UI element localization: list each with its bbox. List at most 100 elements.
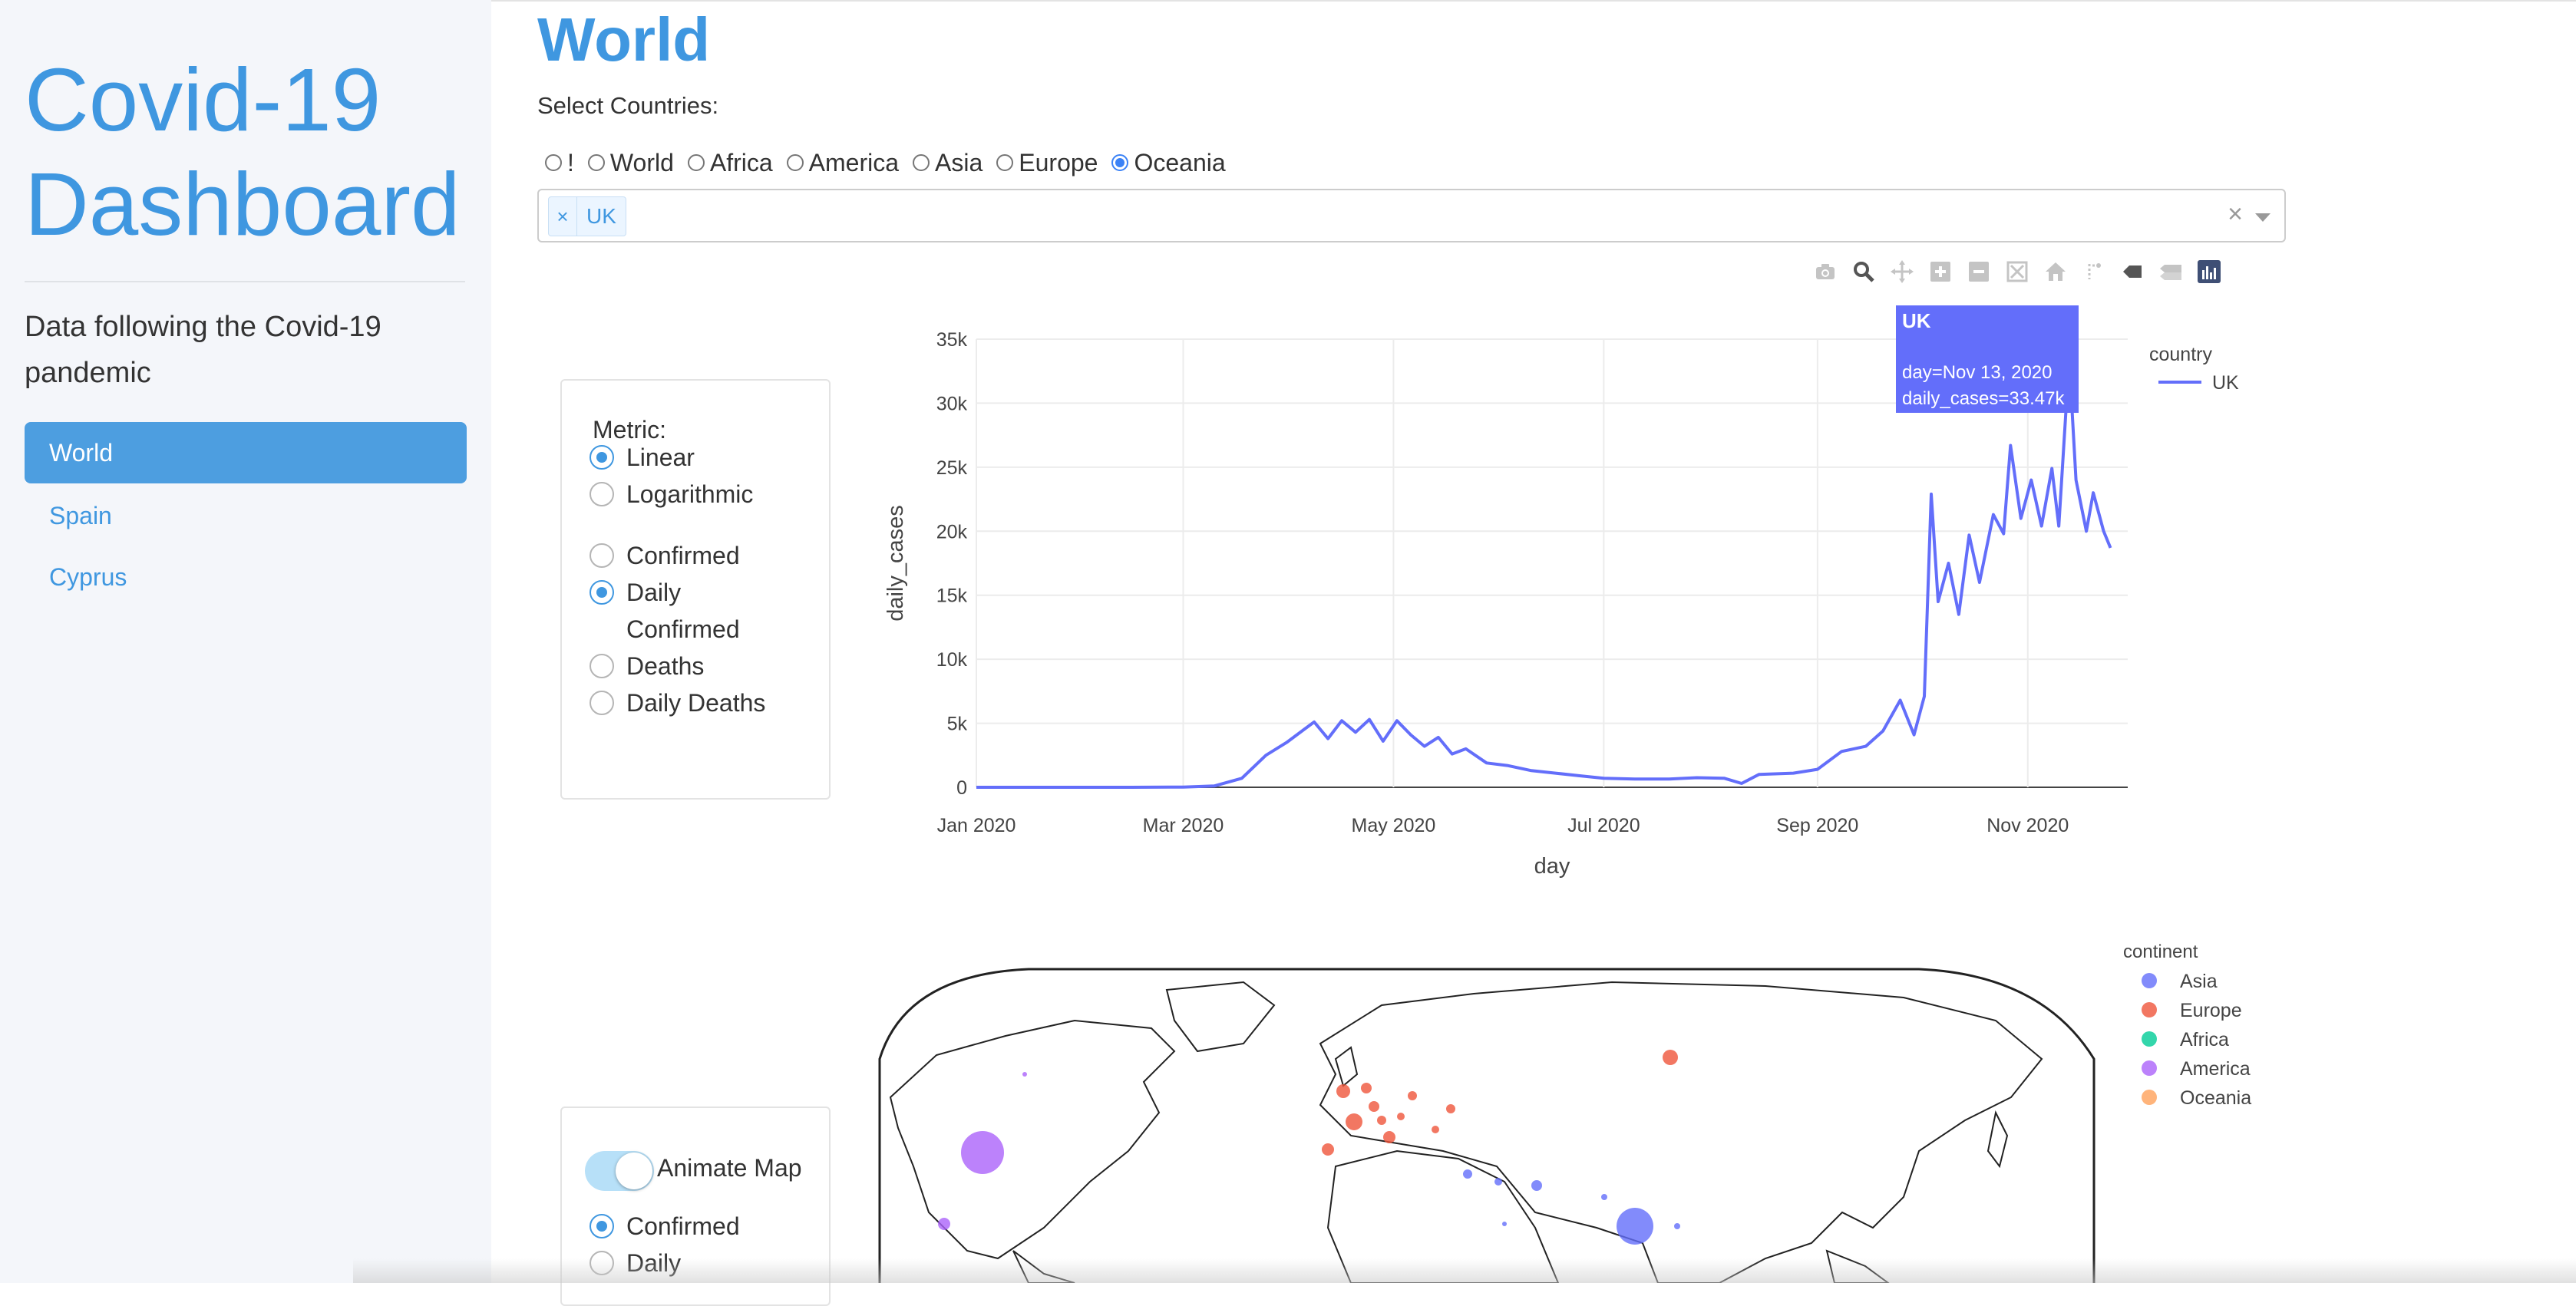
legend-item-asia[interactable]: Asia xyxy=(2180,971,2218,992)
region-radio-world[interactable]: World xyxy=(587,148,674,177)
radio-button[interactable] xyxy=(996,154,1014,171)
bubble-america-canada xyxy=(1022,1072,1027,1077)
animate-map-label: Animate Map xyxy=(657,1154,802,1182)
region-radio-oceania[interactable]: Oceania xyxy=(1111,148,1226,177)
radio-button[interactable] xyxy=(587,154,605,171)
y-tick-label: 30k xyxy=(936,393,968,414)
region-radio-europe[interactable]: Europe xyxy=(996,149,1098,177)
radio-button[interactable] xyxy=(590,482,614,506)
radio-button[interactable] xyxy=(590,580,614,605)
radio-label: Oceania xyxy=(1134,148,1226,176)
y-tick-label: 35k xyxy=(936,329,968,351)
region-radio-group: ! World Africa America Asia Europe Ocean… xyxy=(545,147,1240,178)
remove-chip-icon[interactable]: × xyxy=(549,197,577,236)
y-tick-label: 5k xyxy=(947,714,968,735)
legend-marker-africa xyxy=(2142,1031,2157,1047)
app-subtitle: Data following the Covid-19 pandemic xyxy=(25,311,381,389)
radio-button[interactable] xyxy=(913,154,930,171)
hover-tooltip-day: day=Nov 13, 2020 xyxy=(1902,362,2052,383)
legend-title: country xyxy=(2149,344,2212,365)
radio-button[interactable] xyxy=(590,1251,614,1275)
radio-button[interactable] xyxy=(590,445,614,470)
map-legend-title: continent xyxy=(2123,942,2198,962)
bubble-asia-pakistan xyxy=(1601,1194,1607,1200)
x-tick-label: Jan 2020 xyxy=(937,815,1016,836)
world-map-chart[interactable]: continent Asia Europe Africa America Oceania xyxy=(844,921,2287,1283)
region-radio-asia[interactable]: Asia xyxy=(913,149,983,177)
y-tick-label: 15k xyxy=(936,585,968,607)
radio-label: America xyxy=(808,148,900,176)
animate-option-daily[interactable]: Daily xyxy=(590,1245,681,1281)
legend-item-uk[interactable]: UK xyxy=(2212,372,2239,394)
country-multiselect[interactable]: × UK × xyxy=(537,189,2286,242)
legend-marker-asia xyxy=(2142,973,2157,988)
radio-button[interactable] xyxy=(1111,154,1129,171)
hover-tooltip-value: daily_cases=33.47k xyxy=(1902,388,2065,409)
scale-option-logarithmic[interactable]: Logarithmic xyxy=(590,476,753,513)
metric-option-confirmed[interactable]: Confirmed xyxy=(590,537,740,574)
bubble-europe-spain xyxy=(1322,1143,1334,1156)
option-label: Logarithmic xyxy=(626,480,754,508)
daily-cases-line-chart[interactable]: 0 5k 10k 15k 20k 25k 30k 35k Jan 2020 Mar 2020 May… xyxy=(844,276,2287,890)
legend-item-africa[interactable]: Africa xyxy=(2180,1029,2229,1050)
radio-label: World xyxy=(609,148,674,176)
bubble-asia-iraq xyxy=(1494,1178,1502,1186)
animate-option-confirmed[interactable]: Confirmed xyxy=(590,1208,740,1245)
radio-label: Africa xyxy=(709,148,773,176)
metric-option-daily-confirmed[interactable]: Daily Confirmed xyxy=(590,574,774,648)
radio-button[interactable] xyxy=(590,691,614,715)
country-chip: × UK xyxy=(548,196,626,236)
metric-option-deaths[interactable]: Deaths xyxy=(590,648,704,684)
y-tick-label: 20k xyxy=(936,521,968,543)
radio-button[interactable] xyxy=(590,654,614,678)
animate-map-panel: Animate Map Confirmed Daily xyxy=(560,1106,831,1306)
bubble-asia-saudi xyxy=(1502,1222,1507,1226)
legend-item-europe[interactable]: Europe xyxy=(2180,1000,2242,1021)
legend-marker-europe xyxy=(2142,1002,2157,1017)
radio-button[interactable] xyxy=(590,543,614,568)
radio-button[interactable] xyxy=(545,154,562,171)
clear-all-icon[interactable]: × xyxy=(2228,200,2243,229)
select-countries-label: Select Countries: xyxy=(537,92,719,119)
bubble-europe-italy xyxy=(1383,1131,1395,1143)
y-axis-title: daily_cases xyxy=(883,505,908,622)
region-radio-america[interactable]: America xyxy=(786,148,900,177)
option-label: Daily Deaths xyxy=(626,689,766,717)
x-tick-label: Jul 2020 xyxy=(1567,815,1640,836)
bubble-europe-uk xyxy=(1336,1084,1350,1098)
y-tick-label: 10k xyxy=(936,649,968,671)
radio-label: Asia xyxy=(935,148,983,176)
radio-button[interactable] xyxy=(786,154,804,171)
sidebar-item-cyprus[interactable]: Cyprus xyxy=(25,546,467,608)
x-tick-label: Nov 2020 xyxy=(1986,815,2069,836)
radio-button[interactable] xyxy=(687,154,705,171)
bubble-europe-ukraine xyxy=(1446,1104,1455,1113)
bubble-america-mexico xyxy=(938,1218,950,1230)
y-tick-label: 25k xyxy=(936,457,968,479)
sidebar-item-spain[interactable]: Spain xyxy=(25,485,467,546)
x-tick-label: Mar 2020 xyxy=(1143,815,1224,836)
legend-item-oceania[interactable]: Oceania xyxy=(2180,1087,2251,1109)
x-tick-label: Sep 2020 xyxy=(1776,815,1858,836)
bubble-asia-bangladesh xyxy=(1674,1223,1680,1229)
legend-marker-oceania xyxy=(2142,1090,2157,1105)
dropdown-arrow-icon[interactable] xyxy=(2255,213,2271,222)
region-radio-africa[interactable]: Africa xyxy=(687,148,773,177)
radio-button[interactable] xyxy=(590,1214,614,1238)
animate-map-toggle[interactable] xyxy=(585,1151,654,1191)
bubble-asia-turkey xyxy=(1463,1169,1472,1179)
region-radio-none[interactable]: ! xyxy=(545,149,574,177)
page-title: World xyxy=(537,5,711,74)
radio-label: ! xyxy=(567,148,574,176)
sidebar-item-world[interactable]: World xyxy=(25,422,467,483)
metric-option-daily-deaths[interactable]: Daily Deaths xyxy=(590,684,765,721)
legend-marker-america xyxy=(2142,1060,2157,1076)
map-legend: continent Asia Europe Africa America Oceania xyxy=(2123,942,2251,1109)
app-title: Covid-19 Dashboard xyxy=(25,50,461,254)
legend-item-america[interactable]: America xyxy=(2180,1058,2251,1080)
bubble-europe-france xyxy=(1346,1113,1362,1130)
bubble-europe-germany xyxy=(1369,1101,1379,1112)
bubble-europe-netherlands xyxy=(1361,1083,1372,1093)
scale-option-linear[interactable]: Linear xyxy=(590,439,695,476)
bubble-asia-india xyxy=(1617,1208,1653,1245)
